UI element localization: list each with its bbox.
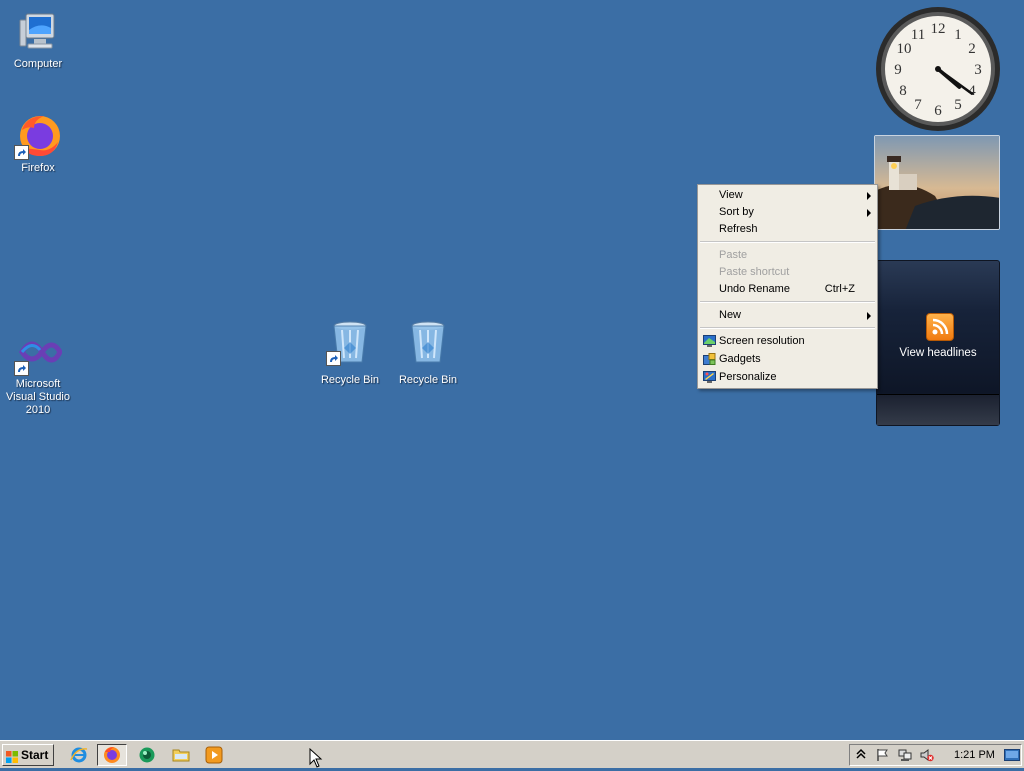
desktop[interactable]: Computer Firefox Microsoft Visual Studio… bbox=[0, 0, 1024, 740]
firefox-icon bbox=[14, 112, 62, 160]
feed-headlines-gadget[interactable]: View headlines bbox=[876, 260, 1000, 426]
slideshow-image bbox=[875, 136, 999, 229]
start-label: Start bbox=[21, 748, 49, 762]
folder-icon[interactable] bbox=[172, 746, 190, 764]
menu-separator bbox=[700, 327, 875, 329]
slideshow-gadget[interactable] bbox=[874, 135, 1000, 230]
menu-item-label: Gadgets bbox=[719, 353, 761, 365]
menu-item-sort-by[interactable]: Sort by bbox=[700, 204, 875, 221]
svg-text:3: 3 bbox=[974, 62, 982, 78]
desktop-icon-recycle-bin[interactable]: Recycle Bin bbox=[390, 318, 466, 387]
show-hidden-icons-icon[interactable] bbox=[854, 748, 868, 762]
svg-text:7: 7 bbox=[914, 97, 922, 113]
gadgets-icon bbox=[703, 353, 716, 365]
svg-text:10: 10 bbox=[897, 41, 912, 57]
desktop-icon-recycle-bin-shortcut[interactable]: Recycle Bin bbox=[312, 318, 388, 387]
svg-text:11: 11 bbox=[911, 27, 925, 43]
menu-item-shortcut: Ctrl+Z bbox=[824, 283, 855, 295]
svg-text:8: 8 bbox=[899, 83, 907, 99]
firefox-icon bbox=[104, 747, 120, 763]
menu-item-gadgets[interactable]: Gadgets bbox=[700, 351, 875, 368]
menu-item-undo-rename[interactable]: Undo Rename Ctrl+Z bbox=[700, 281, 875, 298]
svg-text:6: 6 bbox=[934, 103, 942, 119]
menu-item-paste-shortcut[interactable]: Paste shortcut bbox=[700, 264, 875, 281]
media-center-icon[interactable] bbox=[138, 746, 156, 764]
svg-text:1: 1 bbox=[954, 27, 962, 43]
menu-item-label: View bbox=[719, 189, 743, 201]
menu-item-label: Personalize bbox=[719, 371, 777, 383]
desktop-icon-label: Firefox bbox=[21, 162, 55, 174]
menu-item-personalize[interactable]: Personalize bbox=[700, 369, 875, 386]
show-desktop-icon[interactable] bbox=[1004, 748, 1020, 762]
recycle-bin-icon bbox=[404, 318, 452, 366]
menu-item-refresh[interactable]: Refresh bbox=[700, 221, 875, 238]
computer-icon bbox=[14, 8, 62, 56]
windows-logo-icon bbox=[6, 749, 18, 763]
menu-item-label: New bbox=[719, 309, 742, 321]
desktop-icon-label: Microsoft Visual Studio 2010 bbox=[5, 378, 70, 416]
desktop-context-menu: View Sort by Refresh Paste Paste shortcu… bbox=[697, 184, 878, 389]
menu-item-screen-resolution[interactable]: Screen resolution bbox=[700, 333, 875, 350]
screen-resolution-icon bbox=[703, 335, 716, 347]
svg-text:9: 9 bbox=[894, 62, 902, 78]
shortcut-arrow-icon bbox=[14, 361, 29, 376]
menu-item-label: Sort by bbox=[719, 206, 754, 218]
gadget-bottom-bar bbox=[877, 394, 999, 425]
rss-icon bbox=[926, 313, 954, 341]
menu-item-view[interactable]: View bbox=[700, 187, 875, 204]
taskbar: Start 1:21 PM bbox=[0, 740, 1024, 768]
recycle-bin-icon bbox=[326, 318, 374, 366]
svg-text:5: 5 bbox=[954, 97, 962, 113]
menu-item-paste[interactable]: Paste bbox=[700, 247, 875, 264]
personalize-icon bbox=[703, 371, 716, 383]
shortcut-arrow-icon bbox=[14, 145, 29, 160]
start-button[interactable]: Start bbox=[2, 744, 54, 766]
desktop-icon-label: Recycle Bin bbox=[320, 374, 380, 386]
menu-separator bbox=[700, 301, 875, 303]
firefox-taskbar-button[interactable] bbox=[97, 744, 127, 766]
network-icon[interactable] bbox=[898, 748, 912, 762]
view-headlines-link[interactable]: View headlines bbox=[877, 347, 999, 359]
svg-text:12: 12 bbox=[931, 21, 946, 37]
menu-item-label: Screen resolution bbox=[719, 335, 805, 347]
mouse-cursor-icon bbox=[309, 747, 323, 768]
clock-gadget[interactable]: 12 1 2 3 4 5 6 7 8 9 10 11 bbox=[874, 5, 1002, 133]
desktop-icon-firefox[interactable]: Firefox bbox=[0, 112, 76, 175]
desktop-icon-label: Computer bbox=[13, 58, 63, 70]
menu-item-label: Paste shortcut bbox=[719, 266, 790, 278]
system-tray: 1:21 PM bbox=[849, 744, 1022, 766]
svg-text:2: 2 bbox=[968, 41, 976, 57]
menu-item-label: Undo Rename bbox=[719, 283, 790, 295]
desktop-icon-visual-studio[interactable]: Microsoft Visual Studio 2010 bbox=[0, 328, 76, 417]
submenu-arrow-icon bbox=[867, 192, 871, 200]
menu-separator bbox=[700, 241, 875, 243]
visual-studio-icon bbox=[14, 328, 63, 376]
desktop-icon-computer[interactable]: Computer bbox=[0, 8, 76, 71]
submenu-arrow-icon bbox=[867, 312, 871, 320]
menu-item-label: Paste bbox=[719, 249, 748, 261]
volume-muted-icon[interactable] bbox=[920, 748, 934, 762]
clock-icon: 12 1 2 3 4 5 6 7 8 9 10 11 bbox=[876, 7, 1000, 131]
menu-item-label: Refresh bbox=[719, 223, 758, 235]
submenu-arrow-icon bbox=[867, 209, 871, 217]
action-center-flag-icon[interactable] bbox=[876, 748, 890, 762]
taskbar-clock[interactable]: 1:21 PM bbox=[954, 749, 995, 761]
menu-item-new[interactable]: New bbox=[700, 307, 875, 324]
ie-icon[interactable] bbox=[70, 746, 88, 764]
media-player-icon[interactable] bbox=[205, 746, 223, 764]
shortcut-arrow-icon bbox=[326, 351, 341, 366]
desktop-icon-label: Recycle Bin bbox=[398, 374, 458, 386]
